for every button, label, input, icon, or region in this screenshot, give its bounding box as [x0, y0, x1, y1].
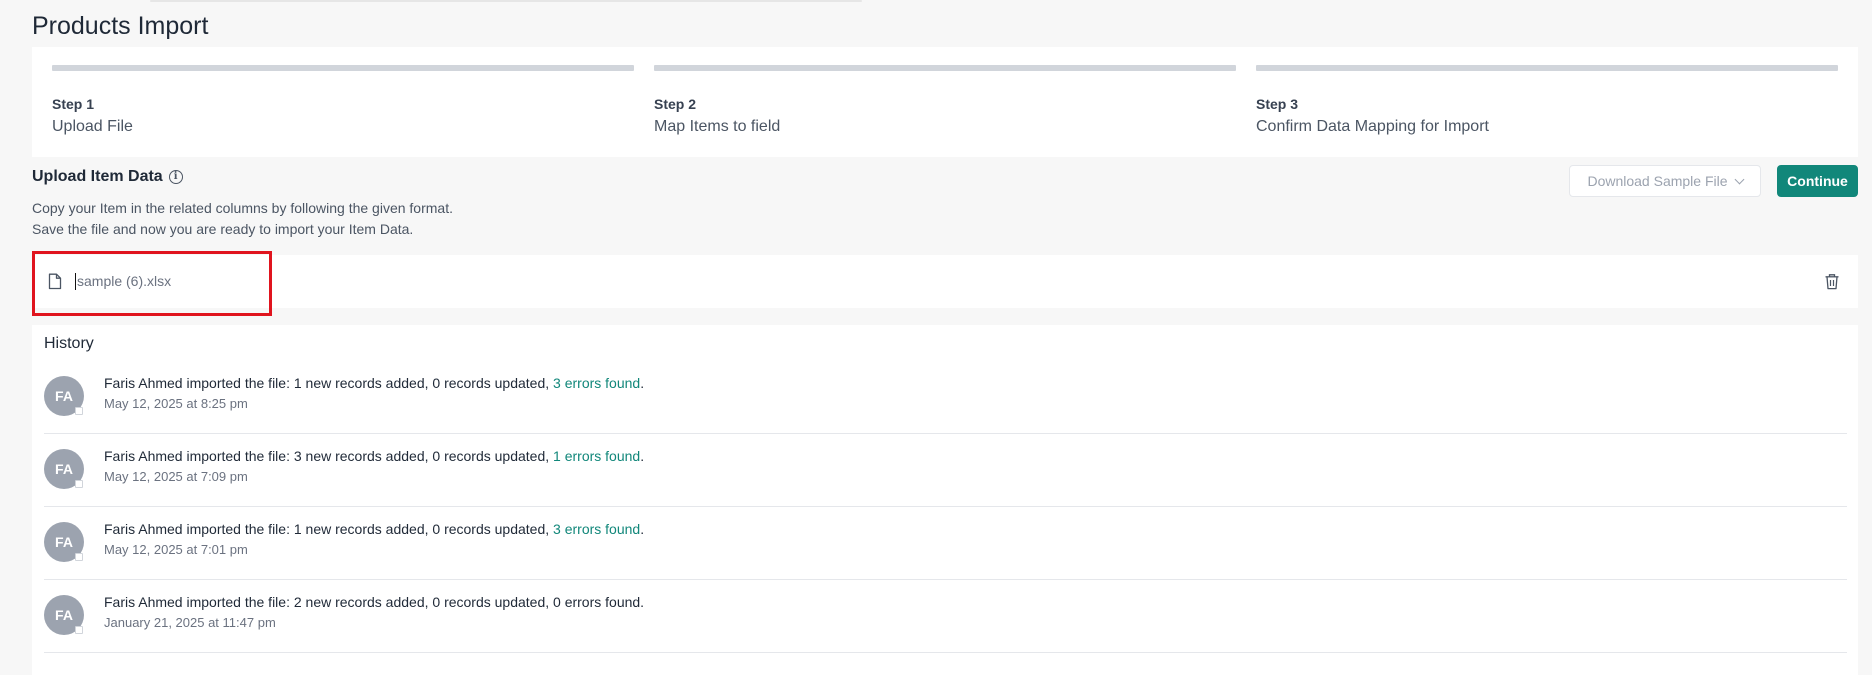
file-name[interactable]: sample (6).xlsx — [75, 273, 171, 290]
step-3-name: Confirm Data Mapping for Import — [1256, 118, 1489, 135]
history-entry: FA Faris Ahmed imported the file: 3 new … — [44, 434, 1847, 507]
avatar: FA — [44, 595, 84, 635]
chevron-down-icon — [1734, 174, 1744, 184]
avatar: FA — [44, 376, 84, 416]
avatar-initials: FA — [55, 461, 73, 477]
history-title: History — [44, 335, 94, 352]
history-entry-text: Faris Ahmed imported the file: 1 new rec… — [104, 375, 644, 391]
avatar-initials: FA — [55, 388, 73, 404]
errors-found-link[interactable]: 3 errors found — [553, 375, 640, 391]
history-entry-suffix: . — [640, 448, 645, 464]
errors-found-link[interactable]: 3 errors found — [553, 521, 640, 537]
history-entry-time: May 12, 2025 at 8:25 pm — [104, 396, 248, 411]
page-title: Products Import — [32, 12, 209, 40]
trash-icon[interactable] — [1824, 273, 1840, 295]
avatar: FA — [44, 522, 84, 562]
step-2: Step 2 Map Items to field — [654, 65, 1236, 136]
step-3-progress-bar — [1256, 65, 1838, 71]
history-entry-message: Faris Ahmed imported the file: 3 new rec… — [104, 448, 554, 464]
history-entry: FA Faris Ahmed imported the file: 1 new … — [44, 507, 1847, 580]
upload-title-text: Upload Item Data — [32, 168, 163, 185]
history-entry-time: January 21, 2025 at 11:47 pm — [104, 615, 276, 630]
step-1-name: Upload File — [52, 118, 133, 135]
history-entry-text: Faris Ahmed imported the file: 1 new rec… — [104, 521, 644, 537]
history-panel: History FA Faris Ahmed imported the file… — [32, 325, 1858, 675]
step-1-number: Step 1 — [52, 96, 95, 112]
avatar-status-icon — [75, 480, 83, 488]
avatar-status-icon — [75, 626, 83, 634]
history-entry-time: May 12, 2025 at 7:01 pm — [104, 542, 248, 557]
history-entry-text: Faris Ahmed imported the file: 2 new rec… — [104, 594, 644, 610]
avatar: FA — [44, 449, 84, 489]
avatar-initials: FA — [55, 534, 73, 550]
file-icon — [48, 273, 62, 295]
history-entry: FA Faris Ahmed imported the file: 2 new … — [44, 580, 1847, 653]
uploaded-file-row — [32, 255, 1858, 308]
step-1: Step 1 Upload File — [52, 65, 634, 136]
download-sample-label: Download Sample File — [1587, 173, 1728, 189]
history-entry-message: Faris Ahmed imported the file: 1 new rec… — [104, 521, 554, 537]
upload-description-line-2: Save the file and now you are ready to i… — [32, 221, 414, 237]
history-entry-message: Faris Ahmed imported the file: 2 new rec… — [104, 594, 645, 610]
avatar-status-icon — [75, 407, 83, 415]
step-3-number: Step 3 — [1256, 96, 1299, 112]
history-entry-suffix: . — [640, 521, 645, 537]
history-entry-message: Faris Ahmed imported the file: 1 new rec… — [104, 375, 554, 391]
upload-description-line-1: Copy your Item in the related columns by… — [32, 200, 453, 216]
errors-found-link[interactable]: 1 errors found — [553, 448, 640, 464]
step-1-progress-bar — [52, 65, 634, 71]
history-entry-suffix: . — [640, 375, 645, 391]
history-entry: FA Faris Ahmed imported the file: 1 new … — [44, 361, 1847, 434]
avatar-status-icon — [75, 553, 83, 561]
step-2-name: Map Items to field — [654, 118, 781, 135]
download-sample-file-dropdown[interactable]: Download Sample File — [1569, 165, 1761, 197]
continue-button[interactable]: Continue — [1777, 165, 1858, 197]
avatar-initials: FA — [55, 607, 73, 623]
step-3: Step 3 Confirm Data Mapping for Import — [1256, 65, 1838, 136]
products-import-page: Products Import Step 1 Upload File Step … — [0, 0, 1872, 675]
info-icon[interactable]: i — [168, 170, 183, 184]
history-entry-text: Faris Ahmed imported the file: 3 new rec… — [104, 448, 644, 464]
step-2-number: Step 2 — [654, 96, 697, 112]
step-2-progress-bar — [654, 65, 1236, 71]
import-steps: Step 1 Upload File Step 2 Map Items to f… — [32, 47, 1858, 157]
upload-section-title: Upload Item Data i — [32, 168, 183, 186]
history-entry-time: May 12, 2025 at 7:09 pm — [104, 469, 248, 484]
top-scrollbar[interactable] — [150, 0, 862, 2]
